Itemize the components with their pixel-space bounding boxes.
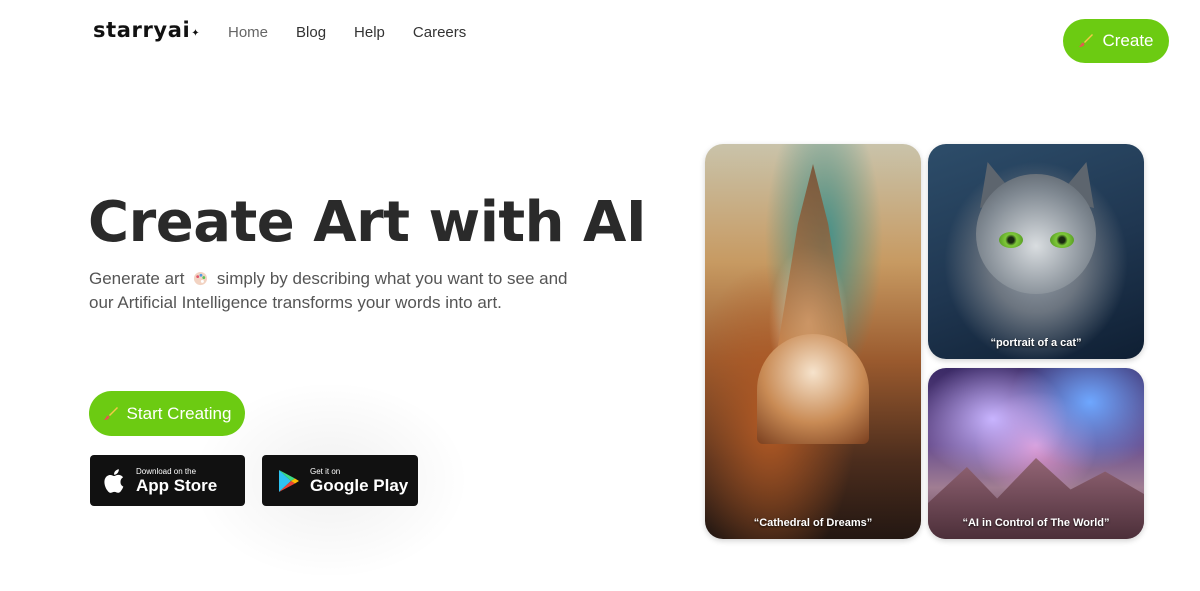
google-play-button[interactable]: Get it on Google Play <box>262 455 418 506</box>
cathedral-dome <box>757 334 869 444</box>
brush-icon <box>103 406 118 420</box>
sparkle-icon: ✦ <box>191 28 201 39</box>
page-title: Create Art with AI <box>88 190 647 255</box>
art-caption: “portrait of a cat” <box>990 337 1082 349</box>
create-button[interactable]: Create <box>1063 19 1169 63</box>
nav-blog-link[interactable]: Blog <box>296 24 326 41</box>
app-store-button[interactable]: Download on the App Store <box>90 455 245 506</box>
app-store-big: App Store <box>136 475 218 495</box>
palette-icon <box>194 271 208 286</box>
start-creating-label: Start Creating <box>126 403 232 423</box>
create-button-label: Create <box>1102 31 1154 50</box>
start-creating-button[interactable]: Start Creating <box>89 391 245 436</box>
app-store-small: Download on the <box>136 466 197 476</box>
art-card-space: “AI in Control of The World” <box>928 368 1144 539</box>
google-play-big: Google Play <box>310 475 409 495</box>
nav-home-link[interactable]: Home <box>228 24 268 41</box>
art-card-cathedral: “Cathedral of Dreams” <box>705 144 921 539</box>
art-card-cat: “portrait of a cat” <box>928 144 1144 359</box>
hero-subtitle: Generate art simply by describing what y… <box>89 267 569 315</box>
art-caption: “AI in Control of The World” <box>962 517 1110 529</box>
main-nav: Home Blog Help Careers <box>228 24 494 41</box>
cat-eye-left <box>999 232 1023 248</box>
nav-careers-link[interactable]: Careers <box>413 24 466 41</box>
logo-text: starryai <box>93 18 191 42</box>
nav-help-link[interactable]: Help <box>354 24 385 41</box>
google-play-icon <box>279 469 299 492</box>
logo[interactable]: starryai✦ <box>93 18 200 42</box>
starryai-landing-page: starryai✦ Home Blog Help Careers Create … <box>0 0 1200 591</box>
app-store-text: Download on the App Store <box>136 467 217 495</box>
art-caption: “Cathedral of Dreams” <box>753 517 873 529</box>
cat-head <box>976 174 1096 294</box>
google-play-small: Get it on <box>310 466 341 476</box>
apple-icon <box>104 468 124 493</box>
subtitle-part1: Generate art <box>89 269 185 288</box>
cat-eye-right <box>1050 232 1074 248</box>
google-play-text: Get it on Google Play <box>310 467 408 495</box>
brush-icon <box>1079 34 1094 47</box>
